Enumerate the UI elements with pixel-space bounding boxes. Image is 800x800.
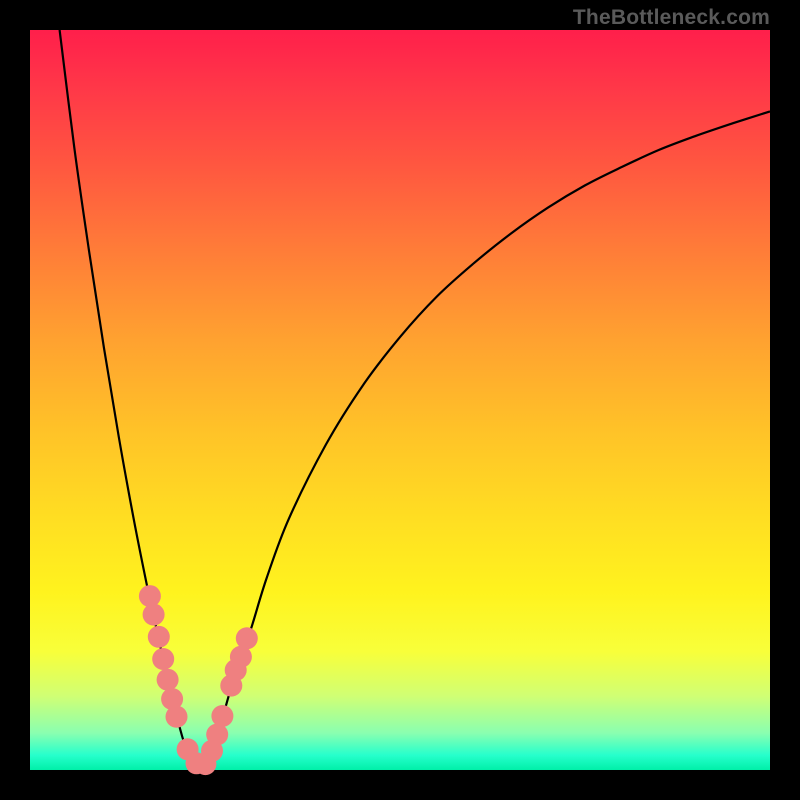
chart-frame: TheBottleneck.com <box>0 0 800 800</box>
plot-area <box>30 30 770 770</box>
data-point <box>139 585 161 607</box>
data-point <box>157 669 179 691</box>
data-point <box>206 724 228 746</box>
data-point <box>143 604 165 626</box>
data-point <box>148 626 170 648</box>
data-point <box>152 648 174 670</box>
data-point <box>211 705 233 727</box>
bottleneck-curve-right <box>200 111 770 767</box>
data-point <box>236 627 258 649</box>
chart-svg <box>30 30 770 770</box>
data-points-left-group <box>139 585 208 774</box>
bottleneck-curve-left <box>60 30 201 768</box>
data-point <box>166 706 188 728</box>
attribution-text: TheBottleneck.com <box>573 6 770 30</box>
